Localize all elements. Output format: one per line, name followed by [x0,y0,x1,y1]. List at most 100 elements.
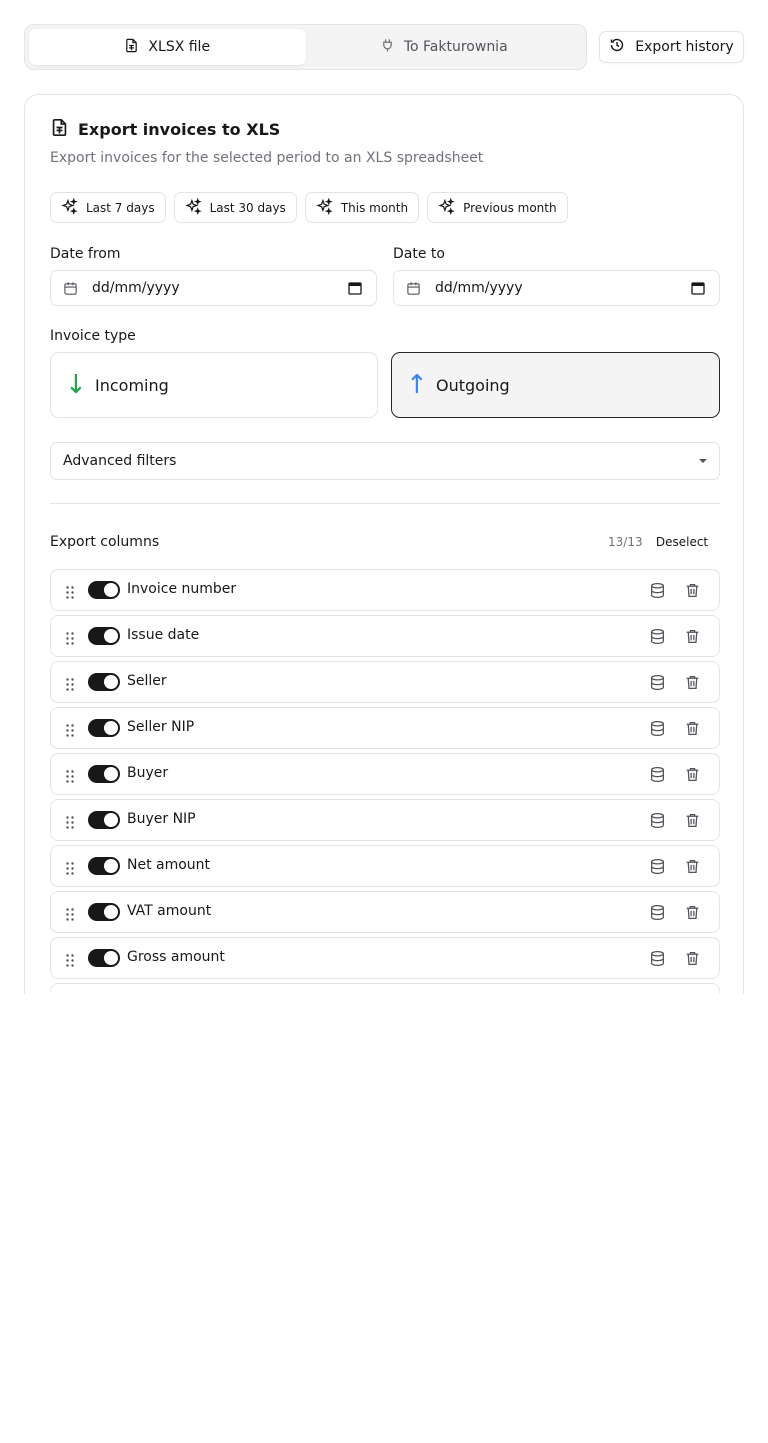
export-history-button[interactable]: Export history [599,31,744,63]
history-icon [609,37,625,57]
arrow-up-icon: ↑ [406,370,428,400]
database-icon[interactable] [649,950,666,967]
trash-icon[interactable] [684,720,701,737]
column-row: Buyer NIP [50,799,720,841]
date-from-value: dd/mm/yyyy [92,280,180,296]
drag-handle-icon[interactable] [66,630,74,645]
export-columns-list: Invoice number Issue date Seller Seller … [50,569,720,997]
calendar-icon [63,281,78,296]
drag-handle-icon[interactable] [66,814,74,829]
drag-handle-icon[interactable] [66,906,74,921]
invoice-type-outgoing[interactable]: ↑ Outgoing [391,352,720,418]
card-subtitle: Export invoices for the selected period … [50,150,484,166]
tab-label: To Fakturownia [403,39,508,55]
database-icon[interactable] [649,812,666,829]
trash-icon[interactable] [684,812,701,829]
column-label: Net amount [127,857,211,873]
date-to-value: dd/mm/yyyy [435,280,523,296]
calendar-icon [406,281,421,296]
card-title: Export invoices to XLS [50,118,280,141]
drag-handle-icon[interactable] [66,584,74,599]
column-label: Buyer [127,765,169,781]
calendar-picker-icon[interactable] [691,281,705,295]
sparkles-icon [184,197,202,218]
trash-icon[interactable] [684,950,701,967]
trash-icon[interactable] [684,904,701,921]
date-from-input[interactable]: dd/mm/yyyy [50,270,377,306]
tab-xlsx-file[interactable]: XLSX file [29,29,306,65]
toggle-knob [104,675,118,689]
column-toggle[interactable] [88,719,120,737]
column-label: Gross amount [127,949,225,965]
database-icon[interactable] [649,766,666,783]
column-toggle[interactable] [88,581,120,599]
toggle-knob [104,905,118,919]
trash-icon[interactable] [684,582,701,599]
column-toggle[interactable] [88,949,120,967]
column-row: VAT amount [50,891,720,933]
preset-label: Previous month [463,200,557,215]
column-label: Invoice number [127,581,237,597]
trash-icon[interactable] [684,628,701,645]
drag-handle-icon[interactable] [66,952,74,967]
trash-icon[interactable] [684,766,701,783]
invoice-type-incoming-label: Incoming [95,375,169,395]
preset-label: This month [340,200,409,215]
date-to-input[interactable]: dd/mm/yyyy [393,270,720,306]
drag-handle-icon[interactable] [66,768,74,783]
database-icon[interactable] [649,628,666,645]
card-title-text: Export invoices to XLS [78,120,281,139]
database-icon[interactable] [649,904,666,921]
database-icon[interactable] [649,582,666,599]
column-row: Seller NIP [50,707,720,749]
trash-icon[interactable] [684,858,701,875]
preset-this-month[interactable]: This month [304,192,420,223]
column-toggle[interactable] [88,627,120,645]
drag-handle-icon[interactable] [66,676,74,691]
sparkles-icon [61,197,78,218]
column-toggle[interactable] [88,811,120,829]
toggle-knob [104,859,118,873]
export-columns-heading: Export columns [50,534,160,550]
column-row-partial [50,983,720,993]
date-presets: Last 7 days Last 30 days This month Prev… [50,192,568,223]
invoice-type-outgoing-label: Outgoing [436,375,510,395]
column-row: Net amount [50,845,720,887]
export-mode-tabs: XLSX file To Fakturownia [24,24,587,70]
toggle-knob [104,813,118,827]
column-toggle[interactable] [88,673,120,691]
column-row: Seller [50,661,720,703]
invoice-type-label: Invoice type [50,328,136,344]
column-toggle[interactable] [88,765,120,783]
column-row: Gross amount [50,937,720,979]
advanced-filters-toggle[interactable]: Advanced filters [50,442,720,480]
plug-icon [380,38,395,57]
preset-last-30-days[interactable]: Last 30 days [173,192,297,223]
spreadsheet-file-icon [50,118,69,141]
trash-icon[interactable] [684,674,701,691]
drag-handle-icon[interactable] [66,860,74,875]
toggle-knob [104,629,118,643]
database-icon[interactable] [649,720,666,737]
drag-handle-icon[interactable] [66,722,74,737]
tab-label: XLSX file [148,39,211,55]
calendar-picker-icon[interactable] [348,281,362,295]
column-row: Invoice number [50,569,720,611]
column-toggle[interactable] [88,903,120,921]
preset-last-7-days[interactable]: Last 7 days [50,192,166,223]
invoice-type-incoming[interactable]: ↓ Incoming [50,352,378,418]
database-icon[interactable] [649,858,666,875]
database-icon[interactable] [649,674,666,691]
tab-to-fakturownia[interactable]: To Fakturownia [306,29,583,65]
section-divider [50,503,720,504]
spreadsheet-file-icon [124,38,139,57]
column-toggle[interactable] [88,857,120,875]
preset-label: Last 7 days [86,200,155,215]
date-to-label: Date to [393,246,445,262]
preset-previous-month[interactable]: Previous month [427,192,568,223]
date-from-label: Date from [50,246,121,262]
sparkles-icon [316,197,333,218]
deselect-all-button[interactable]: Deselect [645,527,719,557]
column-label: VAT amount [127,903,212,919]
caret-down-icon [699,459,707,463]
